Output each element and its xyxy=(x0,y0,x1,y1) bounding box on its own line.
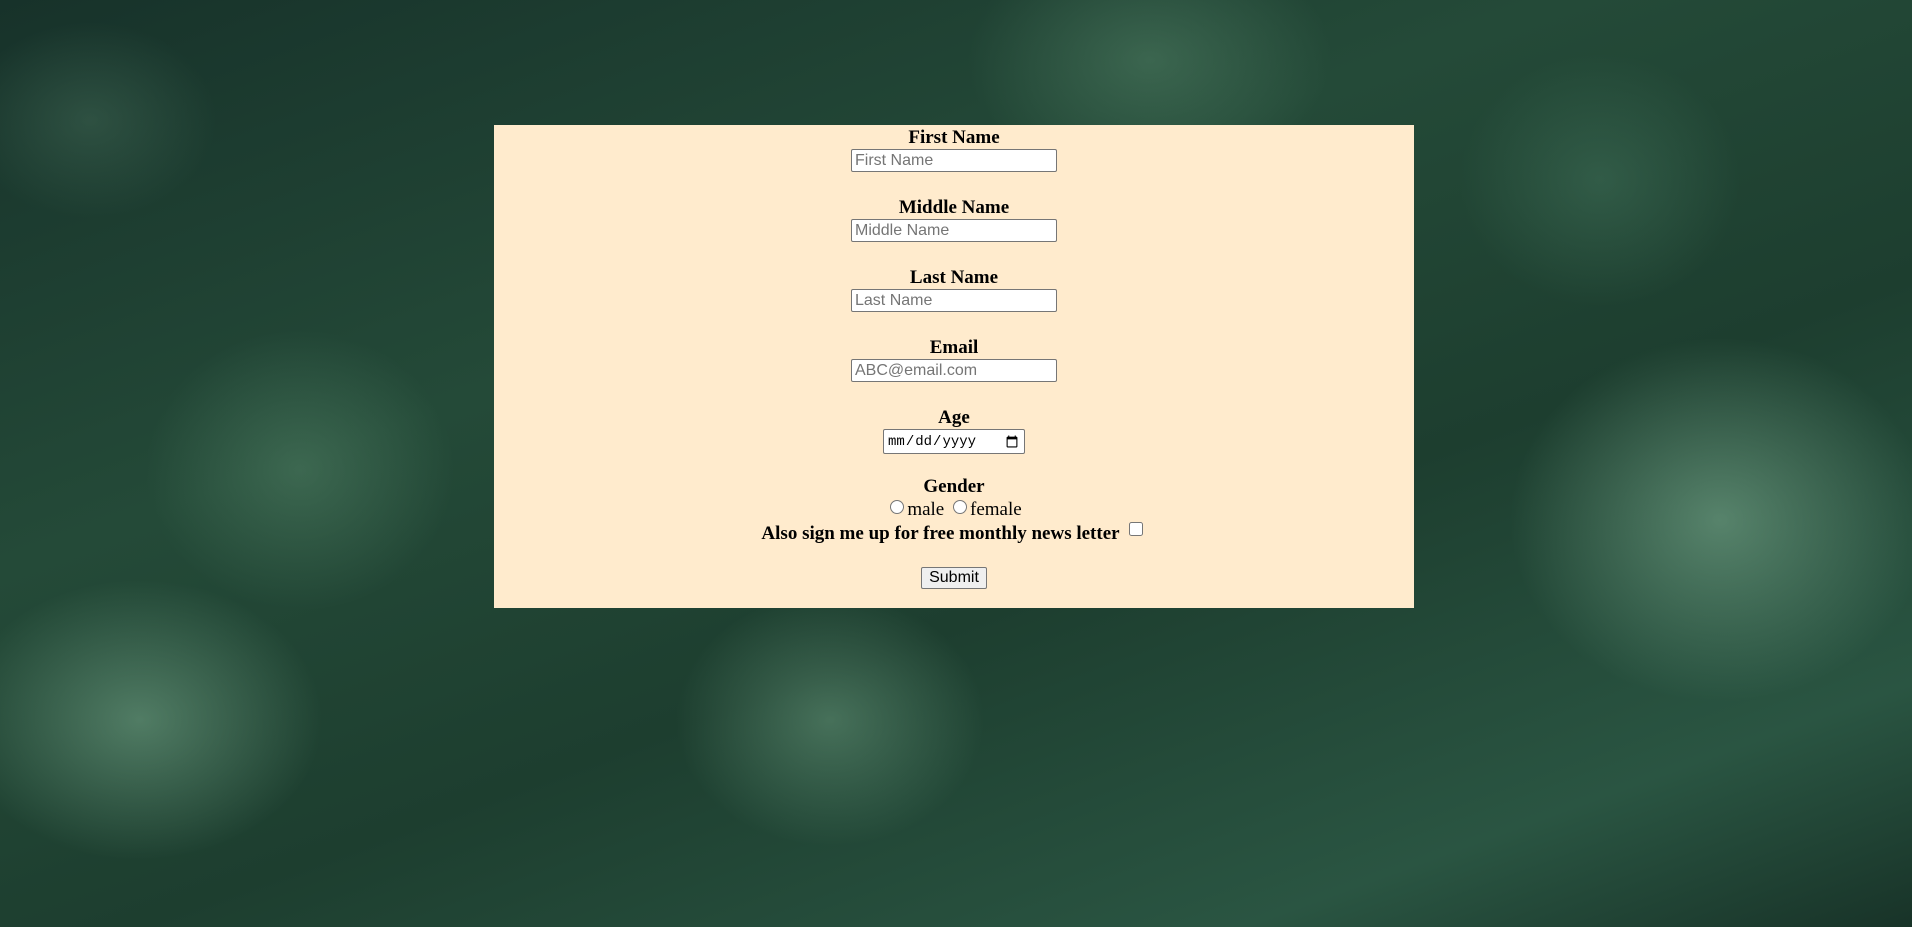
first-name-field: First Name xyxy=(494,127,1414,172)
age-date-input[interactable] xyxy=(883,429,1025,454)
gender-female-label: female xyxy=(970,499,1022,520)
age-label: Age xyxy=(938,407,970,428)
gender-male-label: male xyxy=(907,499,945,520)
newsletter-row: Also sign me up for free monthly news le… xyxy=(494,522,1414,546)
submit-button[interactable]: Submit xyxy=(921,567,987,589)
middle-name-label: Middle Name xyxy=(898,197,1010,218)
newsletter-checkbox[interactable] xyxy=(1128,522,1143,536)
last-name-input[interactable] xyxy=(851,289,1057,312)
email-label: Email xyxy=(929,337,979,358)
first-name-input[interactable] xyxy=(851,149,1057,172)
age-field: Age xyxy=(494,407,1414,454)
email-input[interactable] xyxy=(851,359,1057,382)
registration-form: First Name Middle Name Last Name Email A… xyxy=(494,125,1414,608)
gender-male-radio[interactable] xyxy=(890,500,905,514)
newsletter-label: Also sign me up for free monthly news le… xyxy=(761,523,1120,544)
middle-name-field: Middle Name xyxy=(494,197,1414,242)
gender-label: Gender xyxy=(923,476,985,497)
gender-field: Gender male female xyxy=(494,476,1414,522)
email-field: Email xyxy=(494,337,1414,382)
gender-female-radio[interactable] xyxy=(953,500,967,514)
gender-options: male female xyxy=(494,498,1414,522)
last-name-label: Last Name xyxy=(909,267,999,288)
first-name-label: First Name xyxy=(908,127,1000,148)
last-name-field: Last Name xyxy=(494,267,1414,312)
middle-name-input[interactable] xyxy=(851,219,1057,242)
